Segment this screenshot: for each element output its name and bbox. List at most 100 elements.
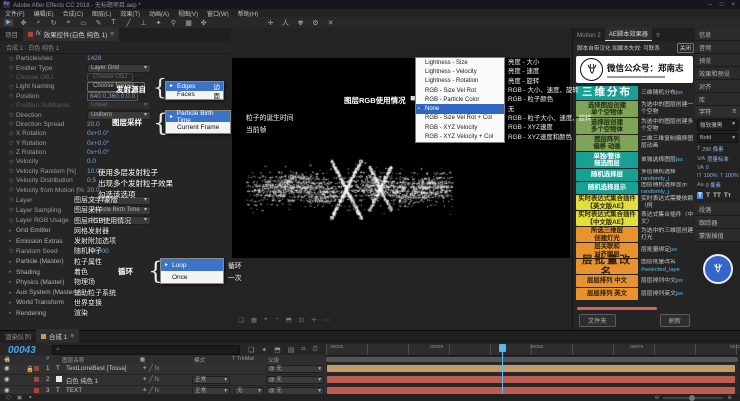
tracking-value[interactable]: 0 — [706, 165, 709, 171]
tool-icon[interactable]: ✕ — [326, 19, 335, 27]
dropdown-item[interactable]: RGB - Particle Color — [416, 95, 504, 104]
playhead[interactable] — [502, 344, 503, 394]
property-value[interactable]: 0x+0.0° — [87, 130, 109, 137]
dropdown-item[interactable]: •None — [416, 104, 504, 113]
script-button[interactable]: 层批量改名 — [576, 259, 638, 274]
close-button[interactable]: × — [731, 2, 735, 8]
timeline-tool-icon[interactable]: ⏱ — [312, 346, 317, 354]
font-toggle[interactable]: TT — [713, 192, 721, 199]
column-layer-name[interactable]: 图层名称 — [62, 356, 84, 364]
font-family-select[interactable]: 微软雅黑▾ — [697, 119, 738, 131]
tool-icon[interactable]: ✥ — [19, 19, 28, 27]
dock-panel-item[interactable]: 预览 — [695, 54, 740, 67]
tab-composition[interactable]: 合成 1 ≡ — [36, 329, 79, 343]
viewer-tool-icon[interactable]: ▦ — [251, 316, 257, 324]
viewer-tool-icon[interactable]: ◔ — [275, 316, 279, 324]
tool-icon[interactable]: 人 — [281, 18, 290, 28]
font-toggle[interactable]: T — [697, 192, 703, 199]
timeline-layer-row[interactable]: ◉2白色 纯色 1✦ ╱ fx正常▾@ 无▾ — [0, 375, 326, 386]
scripts-scrollbar[interactable] — [577, 307, 657, 310]
script-button[interactable]: 所选三维层创建灯光 — [576, 227, 638, 242]
dock-panel-item[interactable]: 蒙版插值 — [695, 229, 740, 242]
dropdown-item[interactable]: RGB - XYZ Velocity — [416, 123, 504, 132]
refresh-button[interactable]: 刷新 — [660, 314, 690, 327]
timeline-layer-row[interactable]: ◉🔒1TTextLorreBest [Tossa]✦ ╱ fx@ 无▾ — [0, 364, 326, 375]
script-button[interactable]: 实时表达式集合插件【英文版AE】 — [576, 195, 638, 210]
timeline-search-input[interactable]: ⌕ — [52, 345, 240, 355]
dropdown-item[interactable]: Lightness - Velocity — [416, 67, 504, 76]
tab-motion2[interactable]: Motion 2 — [573, 30, 605, 41]
dock-panel-item[interactable]: 段落 — [695, 203, 740, 216]
tool-icon[interactable]: ✛ — [266, 19, 275, 27]
work-area-bar[interactable] — [326, 357, 738, 362]
time-ruler[interactable]: 0000000025000500007500100 — [326, 344, 738, 356]
viewer-tool-icon[interactable]: ❏ — [238, 316, 244, 324]
layer-name[interactable]: TEXT — [66, 387, 82, 394]
eye-toggle[interactable]: ◉ — [4, 387, 10, 394]
timeline-tool-icon[interactable]: ✦ — [261, 346, 267, 354]
tool-icon[interactable]: ✾ — [296, 19, 305, 27]
layer-duration-bar[interactable] — [327, 387, 735, 394]
lock-toggle[interactable]: 🔒 — [26, 365, 34, 373]
dock-panel-item[interactable]: 对齐 — [695, 80, 740, 93]
tool-icon[interactable]: ↻ — [49, 19, 58, 27]
tool-icon[interactable]: ⌕ — [34, 19, 43, 27]
parent-select[interactable]: @ 无▾ — [266, 376, 324, 384]
panel-menu-icon[interactable]: ≡ — [732, 108, 736, 115]
tool-icon[interactable]: ► — [4, 19, 13, 26]
property-value[interactable]: 1428 — [87, 55, 101, 62]
dropdown-item[interactable]: Lightness - Size — [416, 58, 504, 67]
layer-switches[interactable]: ✦ ╱ fx — [142, 387, 159, 394]
layer-switches[interactable]: ✦ ╱ fx — [142, 376, 159, 383]
tool-icon[interactable]: ⌖ — [64, 19, 73, 27]
tool-icon[interactable]: ⚙ — [311, 19, 320, 27]
dropdown-item[interactable]: RGB - Size Vel Rot — [416, 86, 504, 95]
dropdown-item[interactable]: RGB - Size Vel Rot + Col — [416, 114, 504, 123]
property-button[interactable]: Choose OBJ — [87, 73, 133, 83]
tool-icon[interactable]: ▦ — [184, 19, 193, 27]
eye-toggle[interactable]: ◉ — [4, 365, 10, 372]
tab-render-queue[interactable]: 渲染队列 — [0, 329, 36, 343]
panel-menu-icon[interactable]: ≡ — [70, 333, 74, 340]
dropdown-item[interactable]: RGB - XYZ Velocity + Col — [416, 132, 504, 141]
script-button[interactable]: 单独/整体随选图层 — [576, 152, 638, 168]
timeline-tool-icon[interactable]: ⌗ — [301, 346, 305, 354]
property-value[interactable]: 20.0 — [87, 121, 100, 128]
panel-menu-icon[interactable]: ≡ — [110, 31, 114, 38]
folder-button[interactable]: 文件夹 — [579, 314, 616, 327]
script-button[interactable]: 层层排列 中文 — [576, 275, 638, 287]
timeline-tool-icon[interactable]: ❏ — [248, 346, 254, 354]
layer-color-chip[interactable] — [34, 388, 39, 393]
dock-panel-item[interactable]: 效果和预设 — [695, 67, 740, 80]
parent-select[interactable]: @ 无▾ — [266, 365, 324, 373]
script-button[interactable]: 随机选择层 — [576, 169, 638, 181]
script-button[interactable]: 随机选择显示 — [576, 182, 638, 194]
layer-switches[interactable]: ✦ ╱ fx — [142, 365, 159, 372]
column-parent[interactable]: 父级 — [268, 356, 279, 364]
tab-effect-controls[interactable]: fx 效果控件(白色 纯色 1) ≡ — [23, 27, 119, 41]
property-value[interactable]: 0.0 — [87, 158, 96, 165]
property-value[interactable]: 0x+0.0° — [87, 149, 109, 156]
tool-icon[interactable]: ✦ — [154, 19, 163, 27]
maximize-button[interactable]: □ — [720, 2, 724, 8]
tab-ae-scripts[interactable]: AE脚本效果器 — [605, 27, 652, 41]
notice-close-button[interactable]: 关闭 — [677, 43, 694, 53]
timeline-tool-icon[interactable]: ▤ — [288, 346, 295, 354]
blend-mode-select[interactable]: 正常▾ — [192, 376, 230, 384]
viewer-tool-icon[interactable]: ⌖ — [264, 316, 268, 324]
font-toggle[interactable]: T — [706, 192, 710, 199]
property-dropdown[interactable]: Linear▾ — [87, 101, 151, 110]
tool-icon[interactable]: ▭ — [79, 19, 88, 27]
script-button[interactable]: 层层排列 英文 — [576, 288, 638, 300]
dropdown-item[interactable]: Lightness - Rotation — [416, 77, 504, 86]
tool-icon[interactable]: ╱ — [124, 19, 133, 27]
font-size-value[interactable]: 290 像素 — [702, 145, 723, 153]
viewer-tool-icon[interactable]: ⊡ — [299, 316, 304, 324]
script-button[interactable]: 实时表达式集合插件【中文版AE】 — [576, 211, 638, 226]
minimize-button[interactable]: – — [709, 2, 712, 8]
tool-icon[interactable]: ⊥ — [139, 19, 148, 27]
font-toggle[interactable]: Tт — [724, 192, 731, 199]
eye-toggle[interactable]: ◉ — [4, 376, 10, 383]
tool-icon[interactable]: ✎ — [94, 19, 103, 27]
column-trkmat[interactable]: T TrkMat — [232, 356, 254, 362]
